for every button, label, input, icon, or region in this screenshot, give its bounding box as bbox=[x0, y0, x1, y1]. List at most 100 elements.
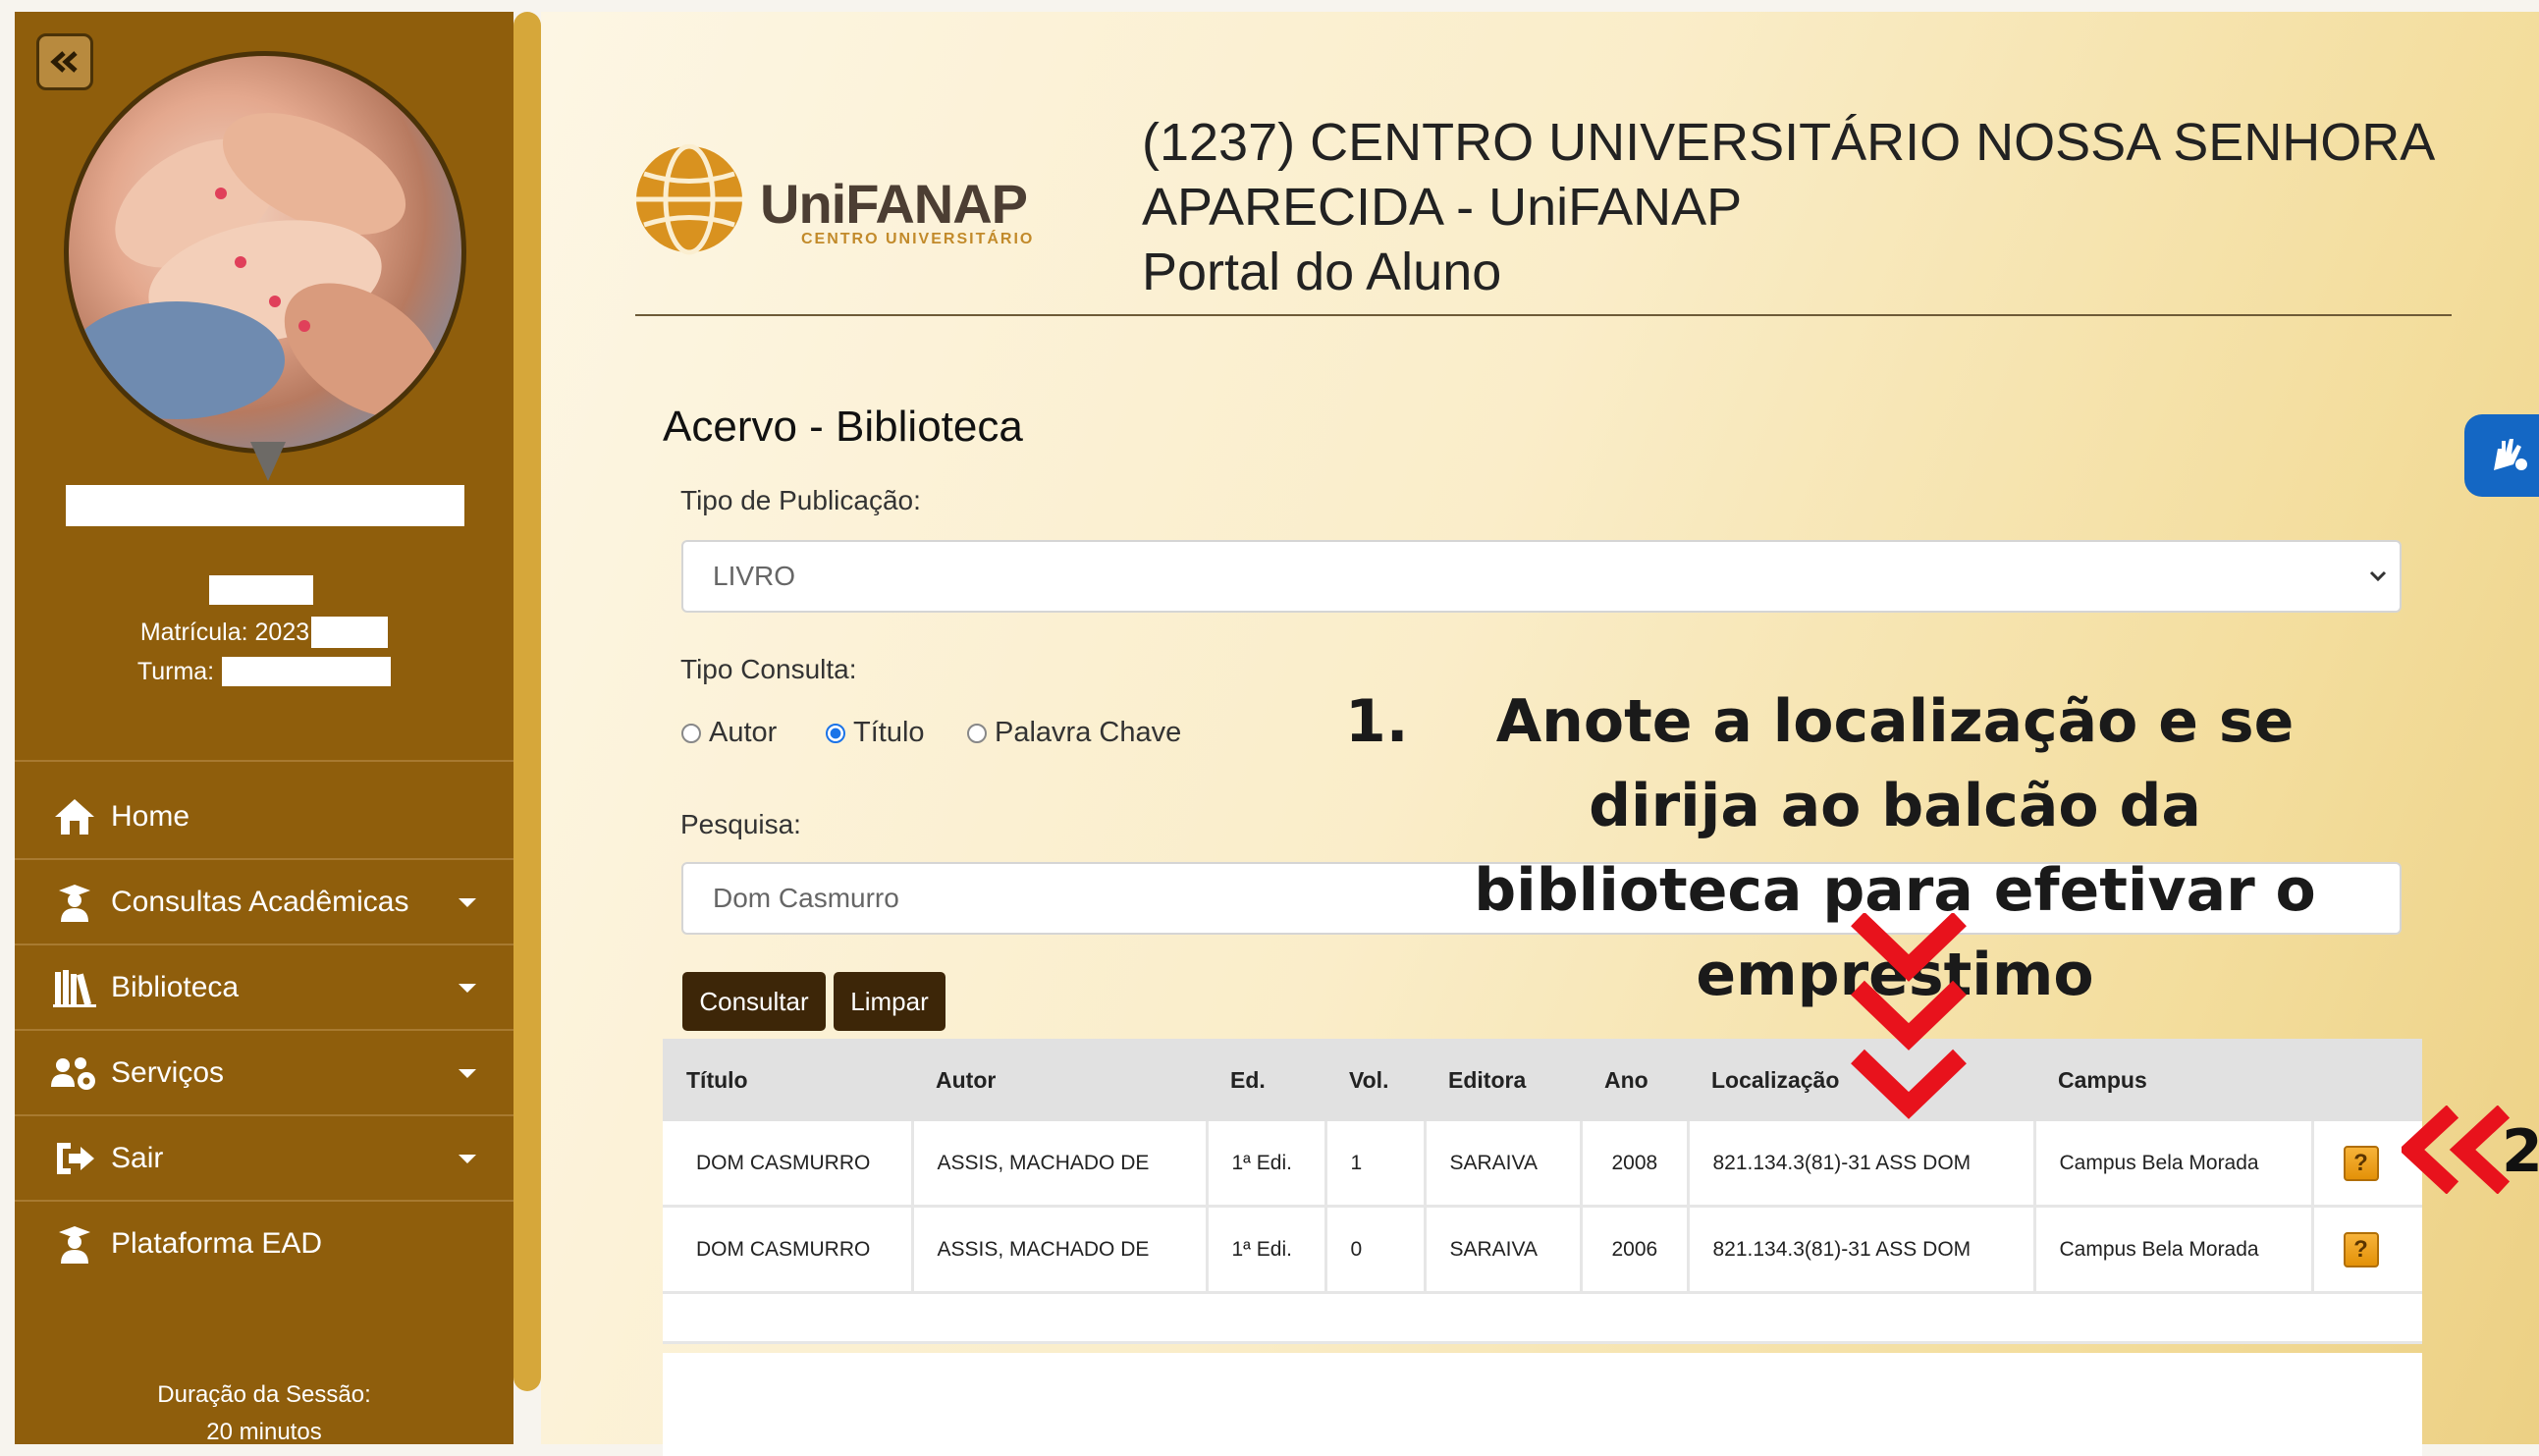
radio-autor-circle[interactable] bbox=[681, 723, 701, 743]
radio-titulo-circle[interactable] bbox=[826, 723, 845, 743]
table-header-row: Título Autor Ed. Vol. Editora Ano Locali… bbox=[663, 1039, 2422, 1121]
help-icon[interactable]: ? bbox=[2343, 1231, 2379, 1267]
header-divider bbox=[635, 314, 2452, 316]
institution-title-line2: APARECIDA - UniFANAP bbox=[1142, 178, 1743, 237]
collapse-sidebar-button[interactable] bbox=[36, 33, 93, 90]
cell-titulo: DOM CASMURRO bbox=[663, 1121, 914, 1208]
institution-title: (1237) CENTRO UNIVERSITÁRIO NOSSA SENHOR… bbox=[1142, 110, 2435, 304]
tipo-publicacao-label: Tipo de Publicação: bbox=[680, 485, 921, 515]
tipo-publicacao-value: LIVRO bbox=[713, 561, 796, 591]
books-icon bbox=[50, 968, 99, 1007]
cell-campus: Campus Bela Morada bbox=[2034, 1121, 2314, 1208]
radio-palavra-chave[interactable]: Palavra Chave bbox=[967, 717, 1181, 749]
column-header-editora: Editora bbox=[1425, 1039, 1581, 1121]
avatar-pin bbox=[250, 442, 286, 481]
step2-number: 2 bbox=[2502, 1117, 2539, 1186]
chevron-down-icon bbox=[459, 984, 476, 993]
nav-item-biblioteca[interactable]: Biblioteca bbox=[15, 946, 513, 1029]
table-empty-row bbox=[663, 1292, 2422, 1344]
chevron-down-icon bbox=[2369, 570, 2387, 582]
pesquisa-label: Pesquisa: bbox=[680, 809, 801, 839]
session-value: 20 minutos bbox=[206, 1419, 322, 1445]
nav-divider bbox=[15, 858, 513, 860]
nav-divider bbox=[15, 1200, 513, 1202]
nav-divider bbox=[15, 760, 513, 762]
home-icon bbox=[50, 797, 99, 836]
radio-titulo-label: Título bbox=[853, 717, 925, 748]
empty-cell bbox=[663, 1292, 2422, 1344]
consultar-button[interactable]: Consultar bbox=[682, 972, 826, 1031]
sign-out-icon bbox=[50, 1139, 99, 1178]
avatar bbox=[64, 51, 466, 454]
sidebar-scrollbar[interactable] bbox=[513, 12, 541, 1391]
cell-ed: 1ª Edi. bbox=[1207, 1206, 1327, 1294]
turma-redacted bbox=[222, 657, 392, 686]
nav-item-label: Serviços bbox=[111, 1056, 225, 1089]
portal-title: Portal do Aluno bbox=[1142, 243, 1502, 301]
session-duration: Duração da Sessão: 20 minutos bbox=[15, 1376, 513, 1451]
nav-divider bbox=[15, 1029, 513, 1031]
cell-ano: 2008 bbox=[1581, 1121, 1690, 1208]
cell-ano: 2006 bbox=[1581, 1206, 1690, 1294]
cell-localizacao: 821.134.3(81)-31 ASS DOM bbox=[1688, 1121, 2036, 1208]
student-id-redacted bbox=[209, 575, 313, 605]
column-header-campus: Campus bbox=[2034, 1039, 2312, 1121]
nav-item-plataforma-ead[interactable]: Plataforma EAD bbox=[15, 1203, 513, 1285]
radio-autor[interactable]: Autor bbox=[681, 717, 777, 749]
graduate-icon bbox=[50, 883, 99, 922]
help-icon[interactable]: ? bbox=[2343, 1145, 2379, 1181]
nav-item-label: Sair bbox=[111, 1142, 164, 1174]
student-name-redacted bbox=[66, 485, 464, 526]
column-header-ano: Ano bbox=[1581, 1039, 1688, 1121]
column-header-vol: Vol. bbox=[1325, 1039, 1425, 1121]
logo-subtitle: CENTRO UNIVERSITÁRIO bbox=[801, 231, 1035, 247]
cell-titulo: DOM CASMURRO bbox=[663, 1206, 914, 1294]
chevron-down-icon bbox=[459, 1069, 476, 1078]
nav-item-label: Home bbox=[111, 800, 190, 833]
nav-divider bbox=[15, 944, 513, 945]
nav-item-label: Plataforma EAD bbox=[111, 1227, 323, 1260]
double-chevron-left-arrow-icon bbox=[2402, 1105, 2510, 1194]
nav-divider bbox=[15, 1114, 513, 1116]
column-header-ed: Ed. bbox=[1207, 1039, 1325, 1121]
column-header-titulo: Título bbox=[663, 1039, 912, 1121]
nav-item-home[interactable]: Home bbox=[15, 776, 513, 858]
radio-autor-label: Autor bbox=[709, 717, 778, 748]
sign-language-hands-icon bbox=[2494, 439, 2527, 470]
nav-item-label: Consultas Acadêmicas bbox=[111, 886, 409, 918]
table-row: DOM CASMURRO ASSIS, MACHADO DE 1ª Edi. 1… bbox=[663, 1121, 2422, 1208]
cell-ed: 1ª Edi. bbox=[1207, 1121, 1327, 1208]
users-gear-icon bbox=[50, 1053, 99, 1093]
cell-vol: 1 bbox=[1325, 1121, 1427, 1208]
cell-actions: ? bbox=[2312, 1206, 2422, 1294]
cell-autor: ASSIS, MACHADO DE bbox=[912, 1121, 1209, 1208]
table-row: DOM CASMURRO ASSIS, MACHADO DE 1ª Edi. 0… bbox=[663, 1206, 2422, 1294]
radio-titulo[interactable]: Título bbox=[826, 717, 925, 749]
vlibras-accessibility-button[interactable] bbox=[2464, 414, 2539, 497]
matricula-redacted bbox=[311, 617, 389, 648]
tipo-consulta-label: Tipo Consulta: bbox=[680, 654, 857, 684]
page-title: Acervo - Biblioteca bbox=[663, 403, 1023, 451]
nav-item-servicos[interactable]: Serviços bbox=[15, 1032, 513, 1114]
nav-item-label: Biblioteca bbox=[111, 971, 240, 1003]
limpar-button[interactable]: Limpar bbox=[834, 972, 945, 1031]
cell-localizacao: 821.134.3(81)-31 ASS DOM bbox=[1688, 1206, 2036, 1294]
chevron-down-icon bbox=[459, 1155, 476, 1163]
table-footer bbox=[663, 1353, 2422, 1456]
cell-campus: Campus Bela Morada bbox=[2034, 1206, 2314, 1294]
logo-wordmark: UniFANAP bbox=[760, 173, 1028, 235]
cell-vol: 0 bbox=[1325, 1206, 1427, 1294]
triple-chevron-down-icon bbox=[1851, 913, 1967, 1119]
turma-label: Turma: bbox=[136, 657, 215, 685]
tipo-publicacao-select[interactable]: LIVRO bbox=[681, 540, 2402, 613]
double-chevron-left-icon bbox=[50, 51, 78, 73]
unifanap-logo: UniFANAP CENTRO UNIVERSITÁRIO bbox=[634, 143, 1096, 272]
radio-palavra-chave-circle[interactable] bbox=[967, 723, 987, 743]
session-label: Duração da Sessão: bbox=[157, 1381, 371, 1408]
chevron-down-icon bbox=[459, 898, 476, 907]
nav-item-sair[interactable]: Sair bbox=[15, 1117, 513, 1200]
cell-editora: SARAIVA bbox=[1425, 1121, 1583, 1208]
cell-editora: SARAIVA bbox=[1425, 1206, 1583, 1294]
graduate-icon bbox=[50, 1224, 99, 1264]
nav-item-consultas-academicas[interactable]: Consultas Acadêmicas bbox=[15, 861, 513, 944]
